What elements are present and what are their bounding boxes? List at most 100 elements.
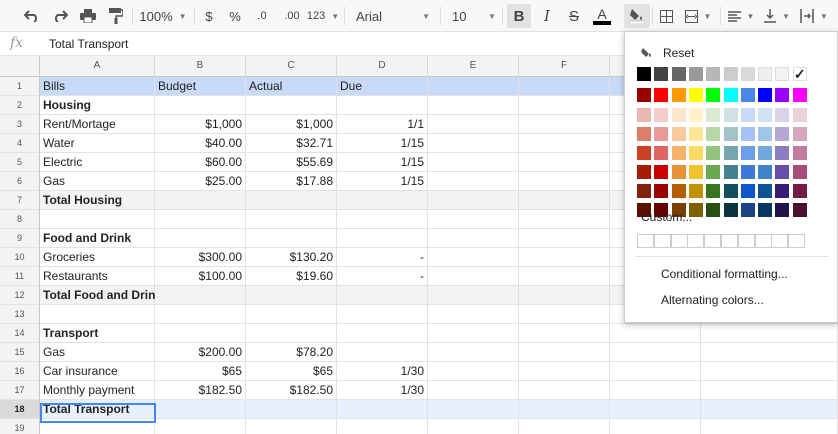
cell[interactable]	[40, 419, 155, 434]
color-swatch[interactable]	[792, 108, 807, 122]
color-swatch[interactable]	[723, 203, 738, 217]
color-swatch[interactable]	[792, 165, 807, 179]
cell[interactable]: $100.00	[155, 267, 246, 286]
row-header[interactable]: 18	[0, 400, 40, 419]
color-swatch[interactable]	[723, 88, 738, 102]
color-swatch[interactable]	[654, 88, 669, 102]
color-swatch[interactable]	[792, 88, 807, 102]
color-swatch[interactable]	[637, 88, 651, 102]
cell[interactable]	[337, 419, 428, 434]
cell[interactable]	[428, 324, 519, 343]
color-swatch[interactable]	[688, 184, 703, 198]
print-icon[interactable]	[76, 4, 100, 28]
color-swatch[interactable]	[637, 127, 651, 141]
cell[interactable]	[519, 381, 610, 400]
color-swatch[interactable]	[740, 67, 755, 81]
row-header[interactable]: 7	[0, 191, 40, 210]
cell[interactable]: 1/1	[337, 115, 428, 134]
cell[interactable]	[155, 210, 246, 229]
cell[interactable]	[428, 96, 519, 115]
cell[interactable]: Monthly payment	[40, 381, 155, 400]
color-swatch[interactable]	[740, 88, 755, 102]
cell[interactable]: Total Housing	[40, 191, 155, 210]
cell[interactable]: 1/30	[337, 381, 428, 400]
cell[interactable]	[246, 305, 337, 324]
row-header[interactable]: 14	[0, 324, 40, 343]
cell[interactable]	[428, 400, 519, 419]
cell[interactable]	[155, 419, 246, 434]
color-swatch[interactable]	[758, 127, 773, 141]
color-swatch[interactable]	[637, 67, 651, 81]
more-formats-button[interactable]: 123 ▼	[306, 4, 340, 28]
cell[interactable]: Total Transport	[40, 400, 155, 419]
color-swatch[interactable]	[740, 108, 755, 122]
cell[interactable]	[701, 419, 838, 434]
cell[interactable]	[519, 267, 610, 286]
cell[interactable]: 1/30	[337, 362, 428, 381]
cell[interactable]	[246, 324, 337, 343]
color-swatch[interactable]	[775, 184, 790, 198]
color-swatch[interactable]	[792, 184, 807, 198]
cell[interactable]	[610, 400, 701, 419]
custom-color-slot[interactable]	[704, 234, 722, 248]
cell[interactable]: Total Food and Drink	[40, 286, 162, 305]
zoom-select[interactable]: 100% ▼	[138, 4, 188, 28]
cell[interactable]	[610, 362, 701, 381]
cell[interactable]	[701, 343, 838, 362]
cell[interactable]: $1,000	[155, 115, 246, 134]
color-swatch[interactable]	[688, 88, 703, 102]
color-swatch[interactable]	[723, 127, 738, 141]
row-header[interactable]: 3	[0, 115, 40, 134]
cell[interactable]: Rent/Mortage	[40, 115, 155, 134]
cell[interactable]	[155, 400, 246, 419]
paint-format-icon[interactable]	[104, 4, 128, 28]
cell[interactable]	[519, 172, 610, 191]
cell[interactable]	[428, 191, 519, 210]
color-swatch[interactable]	[758, 184, 773, 198]
column-header-D[interactable]: D	[337, 56, 428, 77]
cell[interactable]: $200.00	[155, 343, 246, 362]
column-header-E[interactable]: E	[428, 56, 519, 77]
cell[interactable]	[428, 267, 519, 286]
cell[interactable]	[155, 324, 246, 343]
custom-color-slot[interactable]	[721, 234, 738, 248]
cell[interactable]	[337, 305, 428, 324]
cell[interactable]	[519, 115, 610, 134]
cell[interactable]: Due	[337, 77, 428, 96]
column-header-A[interactable]: A	[40, 56, 155, 77]
color-swatch[interactable]	[654, 184, 669, 198]
color-swatch[interactable]	[654, 108, 669, 122]
cell[interactable]	[337, 96, 428, 115]
color-swatch[interactable]	[775, 108, 790, 122]
reset-fill-button[interactable]: Reset	[641, 44, 694, 62]
color-swatch[interactable]	[792, 127, 807, 141]
row-header[interactable]: 9	[0, 229, 40, 248]
row-header[interactable]: 19	[0, 419, 40, 434]
color-swatch[interactable]	[706, 203, 721, 217]
custom-color-slot[interactable]	[670, 234, 688, 248]
custom-color-slot[interactable]	[687, 234, 705, 248]
cell[interactable]: Food and Drink	[40, 229, 155, 248]
conditional-formatting-item[interactable]: Conditional formatting...	[661, 267, 788, 281]
increase-decimal-button[interactable]: .00	[278, 4, 306, 28]
row-header[interactable]: 10	[0, 248, 40, 267]
vertical-align-icon[interactable]: ▼	[762, 4, 792, 28]
custom-color-slot[interactable]	[737, 234, 755, 248]
row-header[interactable]: 15	[0, 343, 40, 362]
cell[interactable]	[701, 381, 838, 400]
color-swatch[interactable]	[654, 165, 669, 179]
cell[interactable]	[155, 191, 246, 210]
color-swatch[interactable]	[740, 165, 755, 179]
cell[interactable]: Housing	[40, 96, 155, 115]
cell[interactable]	[428, 419, 519, 434]
custom-color-slot[interactable]	[771, 234, 789, 248]
cell[interactable]	[428, 381, 519, 400]
column-header-B[interactable]: B	[155, 56, 246, 77]
cell[interactable]	[519, 400, 610, 419]
cell[interactable]	[337, 286, 428, 305]
cell[interactable]: $182.50	[246, 381, 337, 400]
cell[interactable]	[337, 400, 428, 419]
bold-button[interactable]: B	[507, 4, 531, 28]
color-swatch[interactable]	[723, 67, 738, 81]
cell[interactable]: 1/15	[337, 134, 428, 153]
